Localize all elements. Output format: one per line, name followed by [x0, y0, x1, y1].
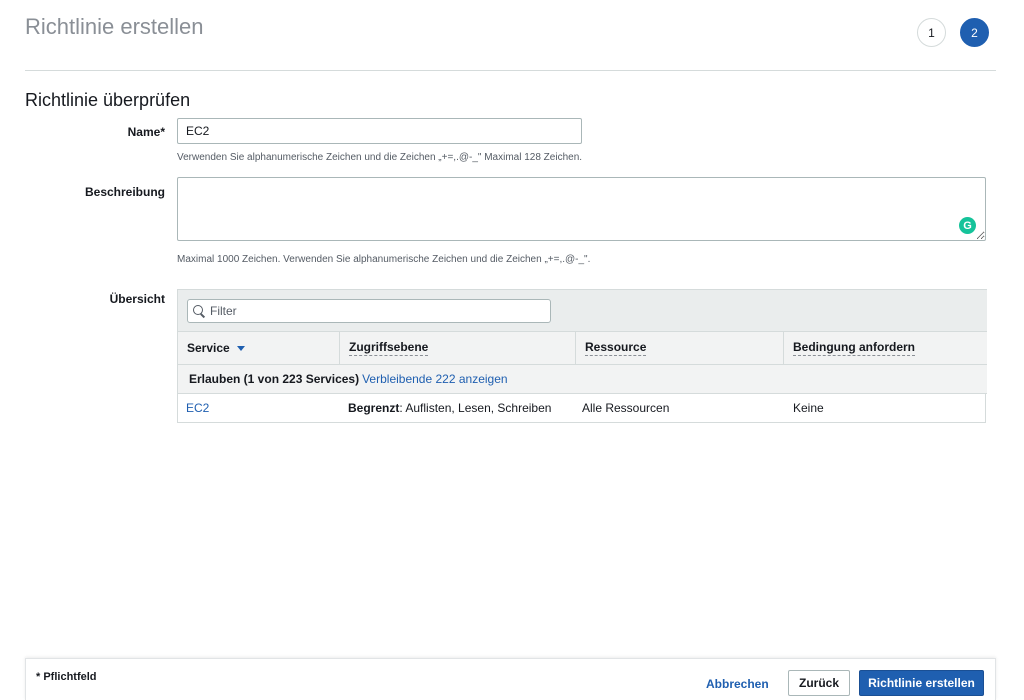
grammarly-icon[interactable]: G	[959, 217, 976, 234]
cell-service[interactable]: EC2	[186, 394, 209, 422]
cell-condition: Keine	[793, 401, 824, 415]
column-header-condition[interactable]: Bedingung anfordern	[784, 332, 987, 364]
service-link[interactable]: EC2	[186, 401, 209, 415]
column-header-label: Service	[187, 341, 230, 355]
required-field-note: * Pflichtfeld	[36, 671, 97, 683]
column-header-label: Bedingung anfordern	[793, 340, 915, 356]
back-button[interactable]: Zurück	[788, 670, 850, 696]
step-indicator-1: 1	[917, 18, 946, 47]
name-hint: Verwenden Sie alphanumerische Zeichen un…	[177, 152, 583, 163]
header-divider	[25, 70, 996, 71]
access-level-detail: : Auflisten, Lesen, Schreiben	[399, 401, 552, 415]
overview-label: Übersicht	[109, 292, 165, 306]
filter-input[interactable]	[210, 304, 540, 318]
footer-bar: * Pflichtfeld Abbrechen Zurück Richtlini…	[25, 658, 996, 700]
filter-box[interactable]	[187, 299, 551, 323]
search-icon	[193, 305, 205, 317]
name-label: Name*	[127, 125, 165, 139]
cell-resource: Alle Ressourcen	[582, 401, 670, 415]
column-header-service[interactable]: Service	[178, 332, 340, 364]
filter-bar	[178, 289, 987, 331]
page-title: Richtlinie erstellen	[25, 14, 204, 39]
column-header-label: Ressource	[585, 340, 647, 356]
sort-down-icon[interactable]	[236, 345, 245, 351]
column-header-label: Zugriffsebene	[349, 340, 429, 356]
description-hint: Maximal 1000 Zeichen. Verwenden Sie alph…	[177, 254, 591, 265]
description-textarea[interactable]	[177, 177, 986, 241]
column-header-access-level[interactable]: Zugriffsebene	[340, 332, 576, 364]
group-row: Erlauben (1 von 223 Services) Verbleiben…	[178, 365, 987, 394]
description-label: Beschreibung	[84, 185, 165, 199]
name-input[interactable]	[177, 118, 582, 144]
cell-access-level: Begrenzt: Auflisten, Lesen, Schreiben	[348, 394, 551, 422]
step-indicator-2: 2	[960, 18, 989, 47]
table-header: Service Zugriffsebene Ressource Bedingun…	[178, 331, 987, 365]
create-policy-button[interactable]: Richtlinie erstellen	[859, 670, 984, 696]
cancel-button[interactable]: Abbrechen	[706, 677, 769, 691]
section-title: Richtlinie überprüfen	[25, 90, 191, 110]
column-header-resource[interactable]: Ressource	[576, 332, 784, 364]
show-remaining-link[interactable]: Verbleibende 222 anzeigen	[362, 372, 507, 386]
overview-table: Service Zugriffsebene Ressource Bedingun…	[177, 289, 987, 423]
access-level-bold: Begrenzt	[348, 401, 400, 415]
table-row: EC2 Begrenzt: Auflisten, Lesen, Schreibe…	[178, 394, 987, 422]
group-label: Erlauben (1 von 223 Services)	[189, 372, 360, 386]
